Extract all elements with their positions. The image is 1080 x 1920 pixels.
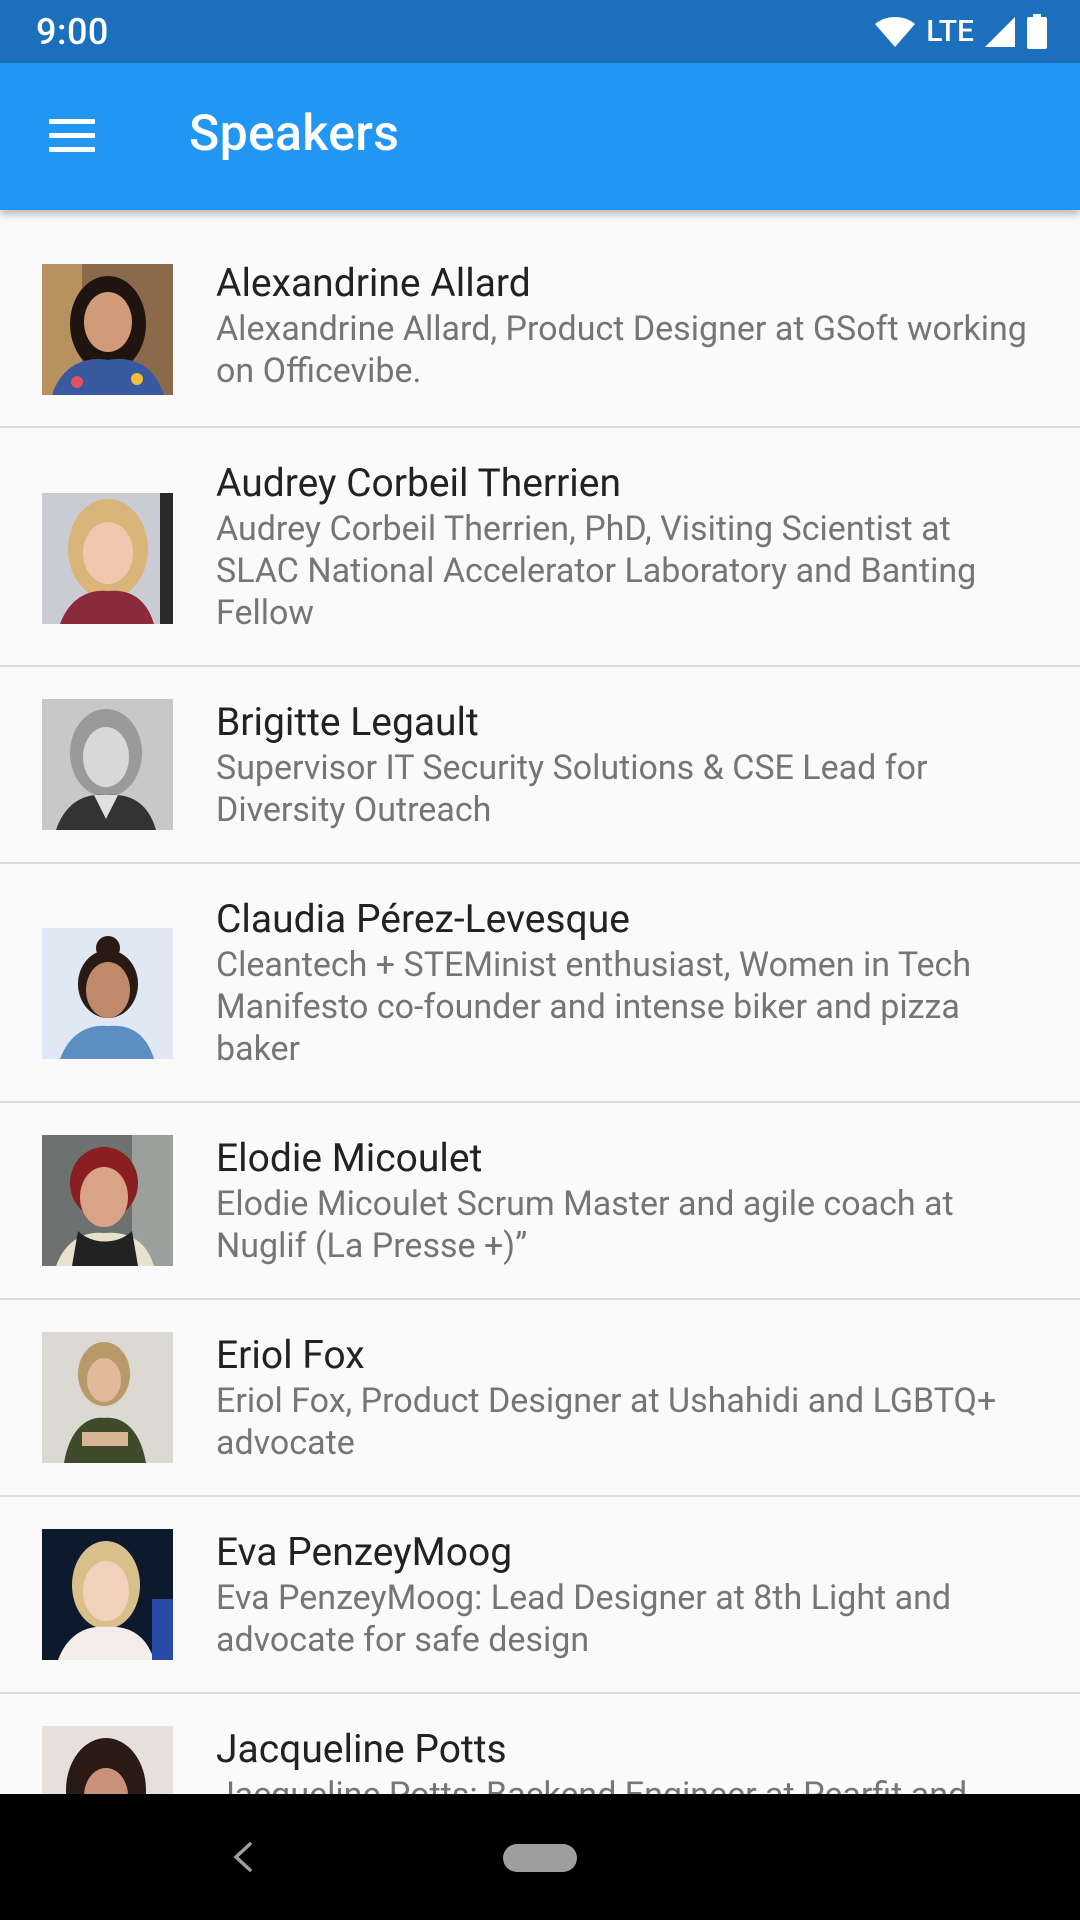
speaker-row[interactable]: Elodie Micoulet Elodie Micoulet Scrum Ma… <box>0 1103 1080 1300</box>
menu-icon[interactable] <box>46 115 98 157</box>
speaker-name: Eva PenzeyMoog <box>216 1529 513 1575</box>
speaker-avatar <box>42 1135 173 1266</box>
speaker-row[interactable]: Audrey Corbeil Therrien Audrey Corbeil T… <box>0 428 1080 667</box>
speaker-name: Elodie Micoulet <box>216 1135 483 1181</box>
speaker-description: Jacqueline Potts: Backend Engineer at Pe… <box>216 1774 1040 1794</box>
battery-icon <box>1027 13 1047 49</box>
speaker-avatar <box>42 1332 173 1463</box>
page-title: Speakers <box>189 105 400 163</box>
app-bar: Speakers <box>0 63 1080 210</box>
speaker-description: Eva PenzeyMoog: Lead Designer at 8th Lig… <box>216 1578 952 1660</box>
speaker-avatar <box>42 493 173 624</box>
speaker-avatar <box>42 928 173 1059</box>
speaker-name: Eriol Fox <box>216 1332 365 1378</box>
back-icon[interactable] <box>220 1834 264 1880</box>
speaker-description: Supervisor IT Security Solutions & CSE L… <box>216 748 928 830</box>
wifi-icon <box>875 16 916 47</box>
status-time: 9:00 <box>36 10 109 53</box>
speaker-row[interactable]: Claudia Pérez-Levesque Cleantech + STEMi… <box>0 864 1080 1103</box>
speaker-row[interactable]: Brigitte Legault Supervisor IT Security … <box>0 667 1080 864</box>
speaker-name: Jacqueline Potts <box>216 1726 507 1772</box>
speaker-description: Elodie Micoulet Scrum Master and agile c… <box>216 1184 954 1266</box>
speaker-row[interactable]: Alexandrine Allard Alexandrine Allard, P… <box>0 210 1080 428</box>
speaker-name: Claudia Pérez-Levesque <box>216 896 630 942</box>
status-bar: 9:00 LTE <box>0 0 1080 63</box>
home-button[interactable] <box>503 1844 577 1872</box>
speaker-name: Brigitte Legault <box>216 699 479 745</box>
speaker-avatar <box>42 699 173 830</box>
speaker-list[interactable]: Alexandrine Allard Alexandrine Allard, P… <box>0 210 1080 1794</box>
status-icons: LTE <box>874 13 1048 50</box>
speaker-description: Cleantech + STEMinist enthusiast, Women … <box>216 945 972 1069</box>
speaker-description: Audrey Corbeil Therrien, PhD, Visiting S… <box>216 509 977 633</box>
speaker-row[interactable]: Eriol Fox Eriol Fox, Product Designer at… <box>0 1300 1080 1497</box>
speaker-name: Alexandrine Allard <box>216 260 531 306</box>
network-type-label: LTE <box>926 14 974 49</box>
speaker-avatar <box>42 1726 173 1794</box>
speaker-name: Audrey Corbeil Therrien <box>216 460 622 506</box>
speaker-row[interactable]: Jacqueline Potts Jacqueline Potts: Backe… <box>0 1694 1080 1794</box>
speaker-row[interactable]: Eva PenzeyMoog Eva PenzeyMoog: Lead Desi… <box>0 1497 1080 1694</box>
speaker-avatar <box>42 264 173 395</box>
speaker-description: Eriol Fox, Product Designer at Ushahidi … <box>216 1381 997 1463</box>
signal-icon <box>985 16 1015 47</box>
speaker-avatar <box>42 1529 173 1660</box>
speaker-description: Alexandrine Allard, Product Designer at … <box>216 309 1027 391</box>
